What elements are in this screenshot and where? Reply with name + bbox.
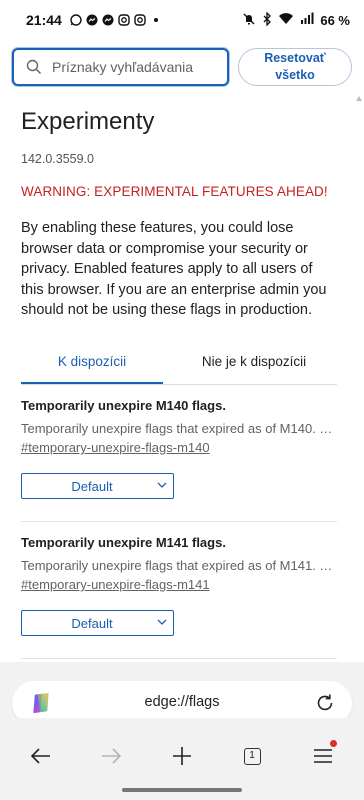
wifi-icon [278,12,294,28]
search-icon [26,59,41,74]
forward-button[interactable] [93,738,129,774]
flag-title: Temporarily unexpire M140 flags. [21,398,226,413]
flags-page: Experimenty 142.0.3559.0 WARNING: EXPERI… [0,94,364,662]
flag-state-select[interactable]: Default [21,473,174,499]
flags-tabs: K dispozícii Nie je k dispozícii [21,340,337,385]
notification-dot [330,740,337,747]
tab-count: 1 [243,747,261,765]
status-bar: 21:44 66 % [0,0,364,40]
hamburger-menu-icon [314,749,332,763]
messenger-icon [86,14,98,26]
flag-divider [21,521,337,522]
search-box[interactable] [12,48,229,86]
reset-all-button[interactable]: Resetovať všetko [238,48,352,86]
battery-level: 66 % [320,12,350,28]
tabs-button[interactable]: 1 [234,738,270,774]
messenger-icon [102,14,114,26]
page-title: Experimenty [21,108,155,135]
forward-arrow-icon [102,748,121,764]
flag-state-select[interactable]: Default [21,610,174,636]
signal-icon [300,12,314,28]
flag-state-value: Default [71,615,113,631]
flag-title: Temporarily unexpire M141 flags. [21,535,226,550]
status-time: 21:44 [26,12,62,28]
mute-icon [242,12,256,29]
flag-item: Temporarily unexpire M140 flags. Tempora… [21,398,337,499]
search-input[interactable] [50,58,224,76]
flag-link[interactable]: #temporary-unexpire-flags-m140 [21,440,337,455]
back-arrow-icon [31,748,50,764]
scroll-indicator[interactable] [356,96,360,104]
new-tab-button[interactable] [164,738,200,774]
flag-item: Temporarily unexpire M141 flags. Tempora… [21,535,337,636]
bluetooth-icon [262,10,272,29]
address-bar-area: edge://flags [0,662,364,725]
dot-icon [150,14,162,26]
flag-link[interactable]: #temporary-unexpire-flags-m141 [21,577,337,592]
back-button[interactable] [23,738,59,774]
tab-unavailable[interactable]: Nie je k dispozícii [171,340,337,382]
chevron-down-icon [157,619,167,625]
tab-available[interactable]: K dispozícii [21,340,163,384]
flag-description: Temporarily unexpire flags that expired … [21,558,337,573]
instagram-icon [134,14,146,26]
whatsapp-icon [70,14,82,26]
flags-search-header: Resetovať všetko [0,40,364,94]
flag-state-value: Default [71,478,113,494]
notification-icons [70,14,162,26]
url-text[interactable]: edge://flags [12,694,352,710]
instagram-icon [118,14,130,26]
description-text: By enabling these features, you could lo… [21,220,327,318]
chevron-down-icon [157,482,167,488]
menu-button[interactable] [305,738,341,774]
reload-icon[interactable] [314,692,336,714]
version-text: 142.0.3559.0 [21,152,94,166]
home-indicator[interactable] [122,788,242,792]
flag-divider [21,658,337,659]
system-icons: 66 % [242,10,350,29]
warning-text: WARNING: EXPERIMENTAL FEATURES AHEAD! [21,184,328,199]
plus-icon [173,747,191,765]
flag-description: Temporarily unexpire flags that expired … [21,421,337,436]
